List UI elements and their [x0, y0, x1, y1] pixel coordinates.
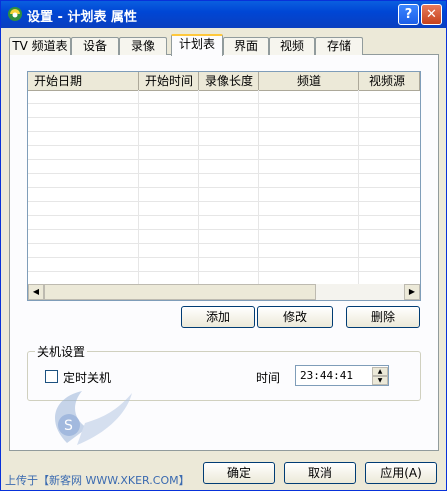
tab-interface[interactable]: 界面	[223, 37, 269, 55]
table-row	[28, 118, 420, 132]
column-channel[interactable]: 频道	[259, 72, 359, 90]
tab-video[interactable]: 视频	[269, 37, 315, 55]
ok-button[interactable]: 确定	[203, 462, 275, 484]
tab-recording[interactable]: 录像	[119, 37, 167, 55]
delete-button[interactable]: 删除	[346, 306, 420, 328]
time-label: 时间	[256, 371, 281, 385]
table-row	[28, 202, 420, 216]
watermark-logo: S	[55, 391, 132, 445]
table-row	[28, 258, 420, 272]
properties-dialog: 设置 - 计划表 属性 ? ✕ TV 频道表 设备 录像 计划表 界面 视频 存…	[0, 0, 447, 491]
shutdown-time-field[interactable]: 23:44:41 ▲ ▼	[295, 365, 389, 386]
spin-down-icon[interactable]: ▼	[372, 376, 388, 385]
grid-divider	[358, 90, 359, 284]
tab-tv-channels[interactable]: TV 频道表	[9, 37, 71, 55]
title-bar[interactable]: 设置 - 计划表 属性 ? ✕	[1, 1, 446, 28]
table-row	[28, 160, 420, 174]
tab-storage[interactable]: 存储	[315, 37, 363, 55]
table-row	[28, 244, 420, 258]
spin-up-icon[interactable]: ▲	[372, 367, 388, 376]
watermark-text: 上传于【新客网 WWW.XKER.COM】	[5, 474, 190, 487]
table-row	[28, 132, 420, 146]
grid-divider	[258, 90, 259, 284]
column-start-date[interactable]: 开始日期	[28, 72, 139, 90]
cancel-button[interactable]: 取消	[284, 462, 356, 484]
schedule-list-header: 开始日期 开始时间 录像长度 频道 视频源	[28, 72, 420, 91]
help-button[interactable]: ?	[398, 4, 419, 25]
window-title: 设置 - 计划表 属性	[27, 10, 137, 25]
schedule-list[interactable]: 开始日期 开始时间 录像长度 频道 视频源 ◀ ▶	[27, 71, 421, 301]
scroll-left-button[interactable]: ◀	[28, 284, 44, 300]
table-row	[28, 90, 420, 104]
timed-shutdown-checkbox[interactable]	[45, 370, 58, 383]
app-icon	[8, 7, 22, 21]
table-row	[28, 230, 420, 244]
column-duration[interactable]: 录像长度	[199, 72, 259, 90]
close-button[interactable]: ✕	[421, 4, 442, 25]
tab-devices[interactable]: 设备	[71, 37, 119, 55]
apply-button[interactable]: 应用(A)	[365, 462, 437, 484]
grid-divider	[138, 90, 139, 284]
table-row	[28, 104, 420, 118]
table-row	[28, 146, 420, 160]
shutdown-time-value[interactable]: 23:44:41	[300, 369, 353, 382]
tab-schedule[interactable]: 计划表	[171, 34, 223, 56]
scroll-right-button[interactable]: ▶	[404, 284, 420, 300]
scroll-thumb[interactable]	[44, 284, 316, 300]
edit-button[interactable]: 修改	[257, 306, 333, 328]
column-start-time[interactable]: 开始时间	[139, 72, 199, 90]
svg-text:S: S	[64, 418, 73, 434]
horizontal-scrollbar[interactable]: ◀ ▶	[28, 284, 420, 300]
grid-divider	[198, 90, 199, 284]
add-button[interactable]: 添加	[181, 306, 255, 328]
table-row	[28, 188, 420, 202]
table-row	[28, 174, 420, 188]
column-video-source[interactable]: 视频源	[359, 72, 420, 90]
table-row	[28, 216, 420, 230]
shutdown-group-title: 关机设置	[35, 343, 88, 360]
